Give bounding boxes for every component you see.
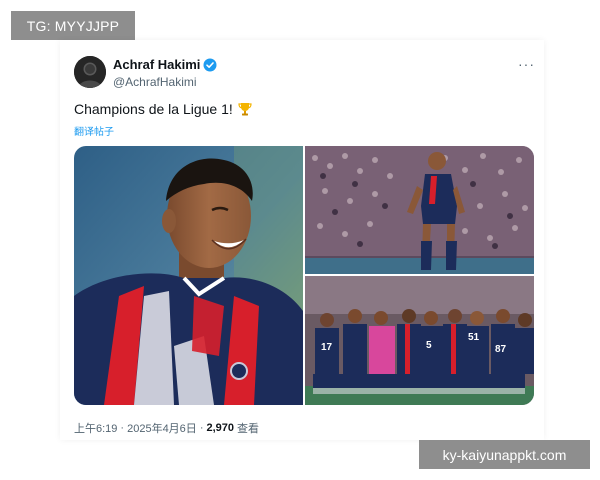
tweet-time[interactable]: 上午6:19 <box>74 420 117 436</box>
tweet-date[interactable]: 2025年4月6日 <box>127 420 197 436</box>
tweet-text-content: Champions de la Ligue 1! <box>74 101 233 117</box>
meta-separator: · <box>120 422 125 434</box>
views-label: 查看 <box>237 423 260 435</box>
views-count: 2,970 <box>206 422 235 434</box>
more-options-icon[interactable]: ··· <box>518 56 535 72</box>
avatar[interactable] <box>74 56 106 88</box>
author-handle[interactable]: @AchrafHakimi <box>113 75 197 89</box>
watermark-top-left: TG: MYYJJPP <box>11 11 135 40</box>
stadium-crowd-player-photo[interactable] <box>305 146 534 274</box>
translate-post-link[interactable]: 翻译帖子 <box>74 123 114 138</box>
shirt-number-label: 87 <box>495 344 507 355</box>
shirt-number-label: 17 <box>321 342 333 353</box>
author-name[interactable]: Achraf Hakimi <box>113 57 200 72</box>
team-huddle-photo[interactable]: 17 5 51 87 <box>305 276 534 405</box>
watermark-bottom-right: ky-kaiyunappkt.com <box>419 440 590 469</box>
trophy-icon <box>237 101 253 117</box>
verified-badge-icon <box>203 58 217 72</box>
tweet-card: Achraf Hakimi @AchrafHakimi ··· Champion… <box>60 40 544 440</box>
author-row: Achraf Hakimi <box>113 57 217 72</box>
media-grid: 17 5 51 87 <box>74 146 534 405</box>
shirt-number-label: 5 <box>426 340 432 351</box>
hakimi-smiling-photo[interactable] <box>74 146 303 405</box>
tweet-text: Champions de la Ligue 1! <box>74 101 253 117</box>
shirt-number-label: 51 <box>468 332 480 343</box>
meta-separator: · <box>199 422 204 434</box>
tweet-meta: 上午6:19 · 2025年4月6日 · 2,970 查看 <box>74 420 259 436</box>
